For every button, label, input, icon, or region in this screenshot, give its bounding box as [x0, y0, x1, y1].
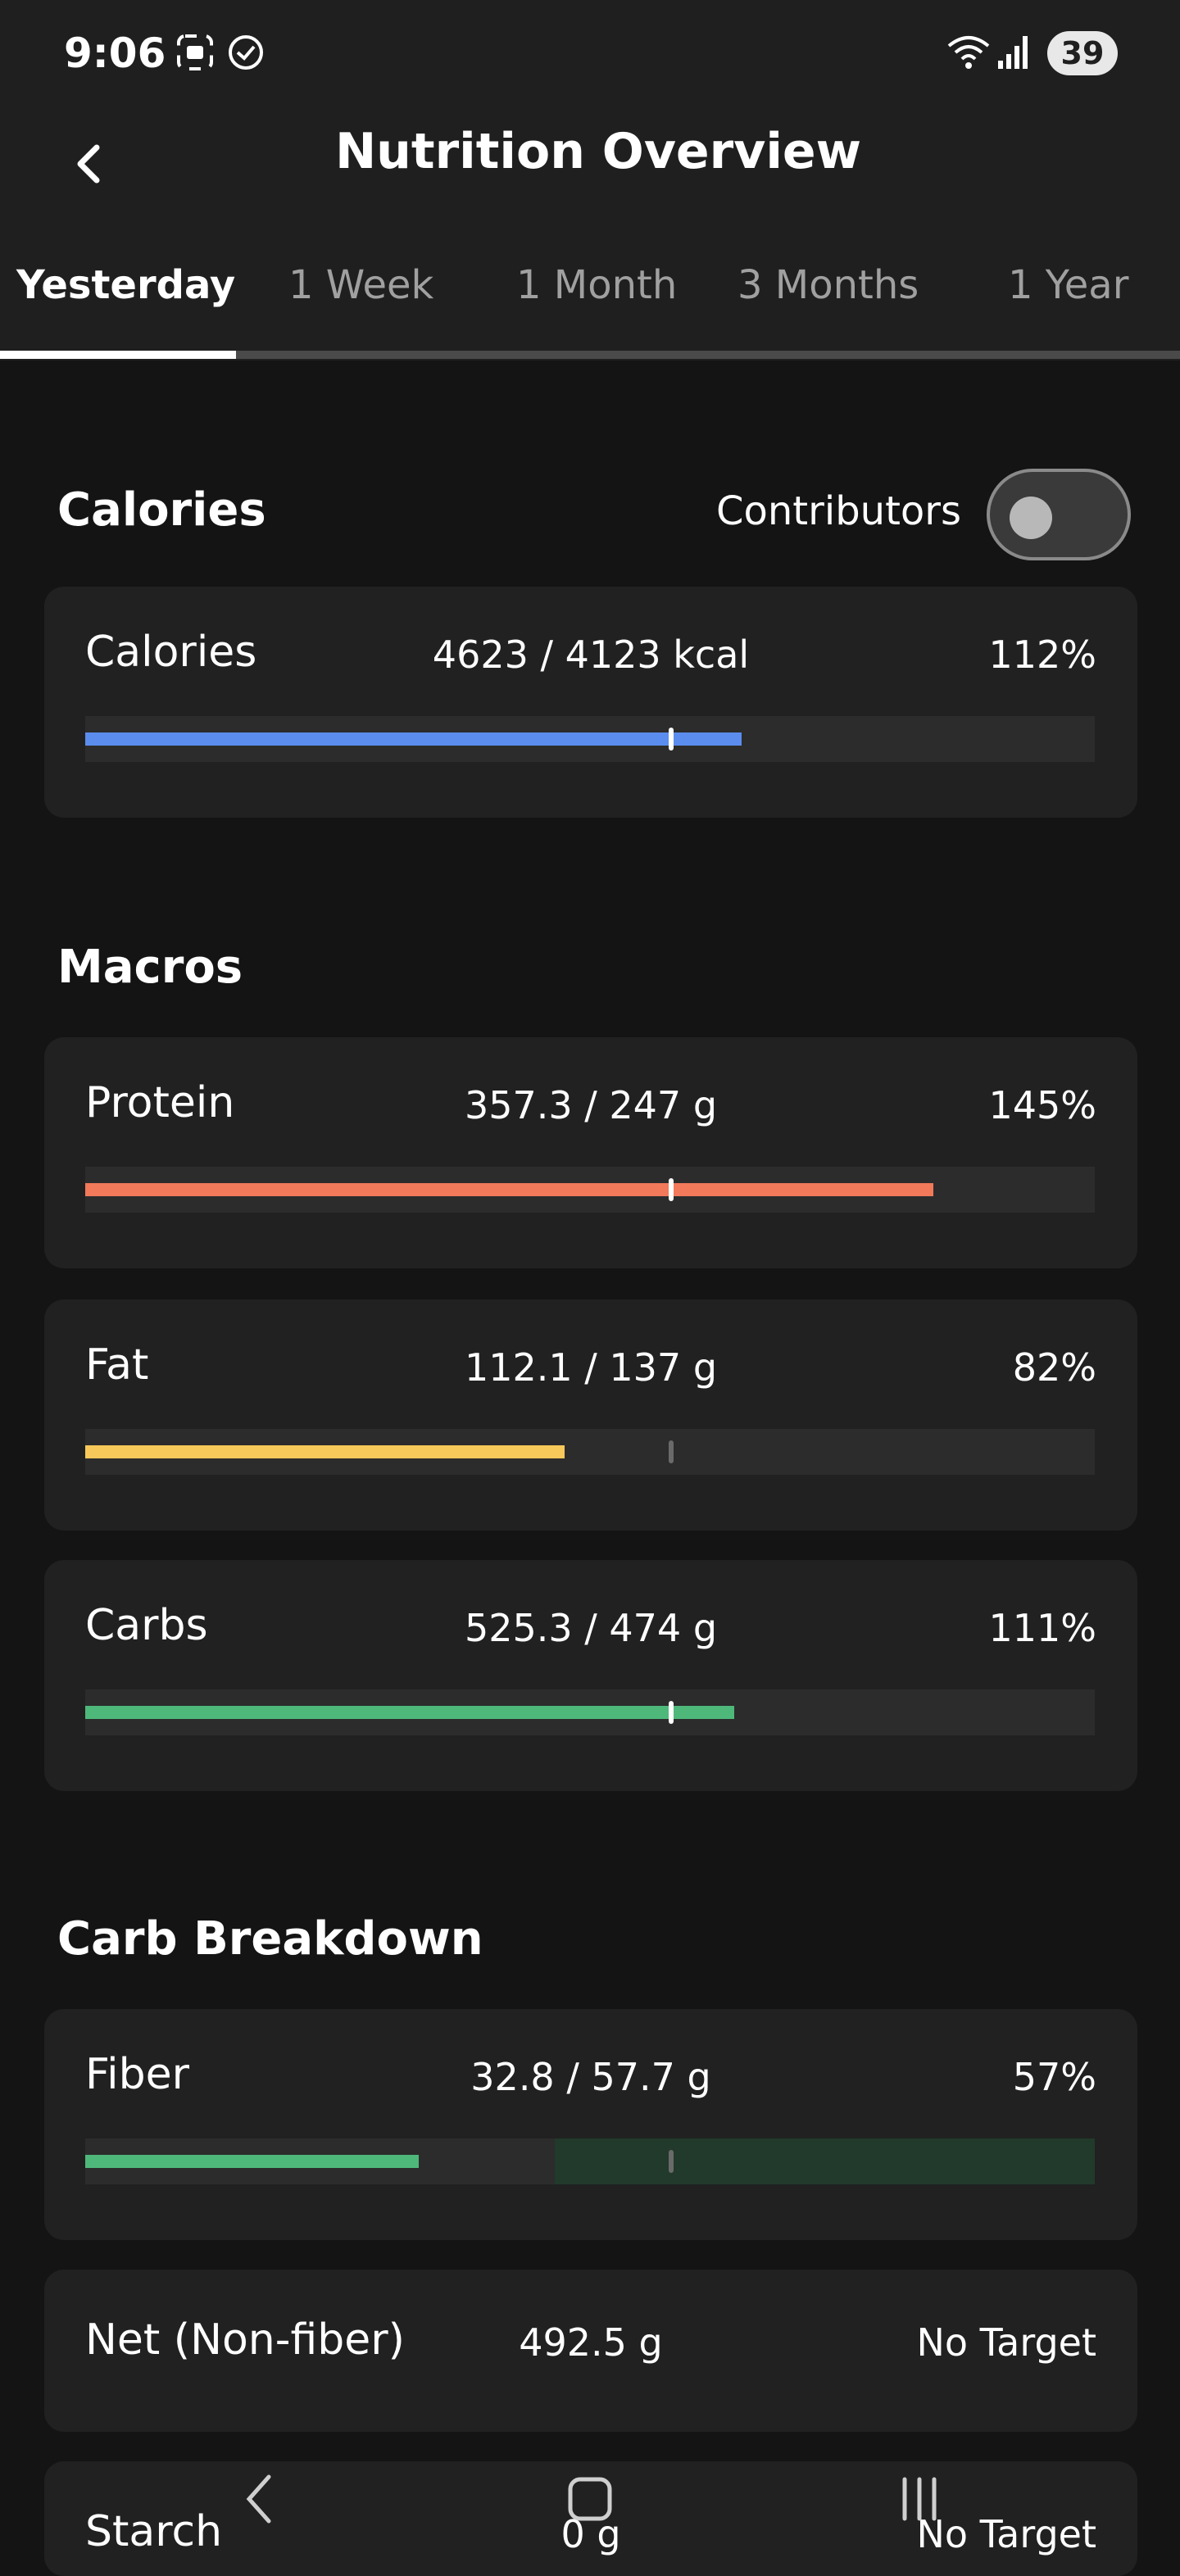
nutrient-card-fat[interactable]: Fat 112.1 / 137 g 82% — [44, 1299, 1137, 1531]
target-marker — [669, 1178, 674, 1201]
target-zone — [555, 2138, 1095, 2184]
contributors-label: Contributors — [716, 488, 962, 534]
check-circle-icon — [226, 33, 266, 75]
nutrient-card-carbs[interactable]: Carbs 525.3 / 474 g 111% — [44, 1560, 1137, 1791]
battery-indicator: 39 — [1047, 31, 1118, 75]
tab-yesterday[interactable]: Yesterday — [16, 262, 235, 308]
nutrient-target-status: No Target — [916, 2320, 1097, 2365]
nav-back-button[interactable] — [220, 2458, 302, 2540]
page-title: Nutrition Overview — [334, 123, 862, 180]
nutrient-card-net-carbs[interactable]: Net (Non-fiber) 492.5 g No Target — [44, 2270, 1137, 2432]
progress-fill — [85, 732, 742, 746]
nav-recents-button[interactable] — [878, 2458, 960, 2540]
section-title-calories: Calories — [57, 483, 266, 537]
target-marker — [669, 2150, 674, 2173]
progress-bar — [85, 1429, 1095, 1475]
nutrient-percent: 57% — [1012, 2055, 1096, 2099]
progress-fill — [85, 2155, 419, 2168]
app-bar: Nutrition Overview — [0, 115, 1180, 213]
nutrient-value: 525.3 / 474 g — [464, 1606, 718, 1650]
screenshot-icon — [175, 33, 215, 75]
nutrient-card-protein[interactable]: Protein 357.3 / 247 g 145% — [44, 1037, 1137, 1268]
nutrient-value: 112.1 / 137 g — [464, 1345, 718, 1390]
target-marker — [669, 1440, 674, 1463]
signal-icon — [996, 33, 1032, 75]
progress-bar — [85, 1167, 1095, 1213]
nav-home-button[interactable] — [549, 2458, 631, 2540]
chevron-left-icon — [246, 2474, 271, 2524]
nutrient-card-calories[interactable]: Calories 4623 / 4123 kcal 112% — [44, 587, 1137, 818]
tab-1-year[interactable]: 1 Year — [1008, 262, 1128, 308]
system-navigation-bar — [0, 2442, 1180, 2556]
section-title-macros: Macros — [57, 941, 243, 994]
status-time: 9:06 — [64, 29, 166, 77]
tab-1-week[interactable]: 1 Week — [288, 262, 433, 308]
target-marker — [669, 728, 674, 751]
recents-icon — [902, 2477, 937, 2521]
progress-fill — [85, 1183, 933, 1196]
section-title-carb-breakdown: Carb Breakdown — [57, 1912, 483, 1966]
nutrient-value: 32.8 / 57.7 g — [470, 2055, 711, 2099]
nutrient-percent: 111% — [988, 1606, 1096, 1650]
wifi-icon — [946, 33, 992, 75]
progress-fill — [85, 1706, 734, 1719]
nutrient-percent: 145% — [988, 1083, 1096, 1127]
progress-bar — [85, 1689, 1095, 1735]
tab-3-months[interactable]: 3 Months — [738, 262, 919, 308]
progress-bar — [85, 2138, 1095, 2184]
progress-bar — [85, 716, 1095, 762]
period-tabs: Yesterday 1 Week 1 Month 3 Months 1 Year — [0, 213, 1180, 361]
tab-indicator — [0, 351, 236, 359]
target-marker — [669, 1701, 674, 1724]
nutrient-card-fiber[interactable]: Fiber 32.8 / 57.7 g 57% — [44, 2009, 1137, 2240]
nutrient-percent: 112% — [988, 633, 1096, 677]
home-square-icon — [568, 2477, 612, 2521]
toggle-knob — [1010, 497, 1052, 539]
nutrient-value: 357.3 / 247 g — [464, 1083, 718, 1127]
contributors-toggle[interactable] — [987, 469, 1131, 560]
progress-fill — [85, 1445, 565, 1458]
nutrient-value: 4623 / 4123 kcal — [432, 633, 750, 677]
status-bar: 9:06 39 — [0, 0, 1180, 115]
nutrient-percent: 82% — [1012, 1345, 1096, 1390]
tab-1-month[interactable]: 1 Month — [516, 262, 677, 308]
